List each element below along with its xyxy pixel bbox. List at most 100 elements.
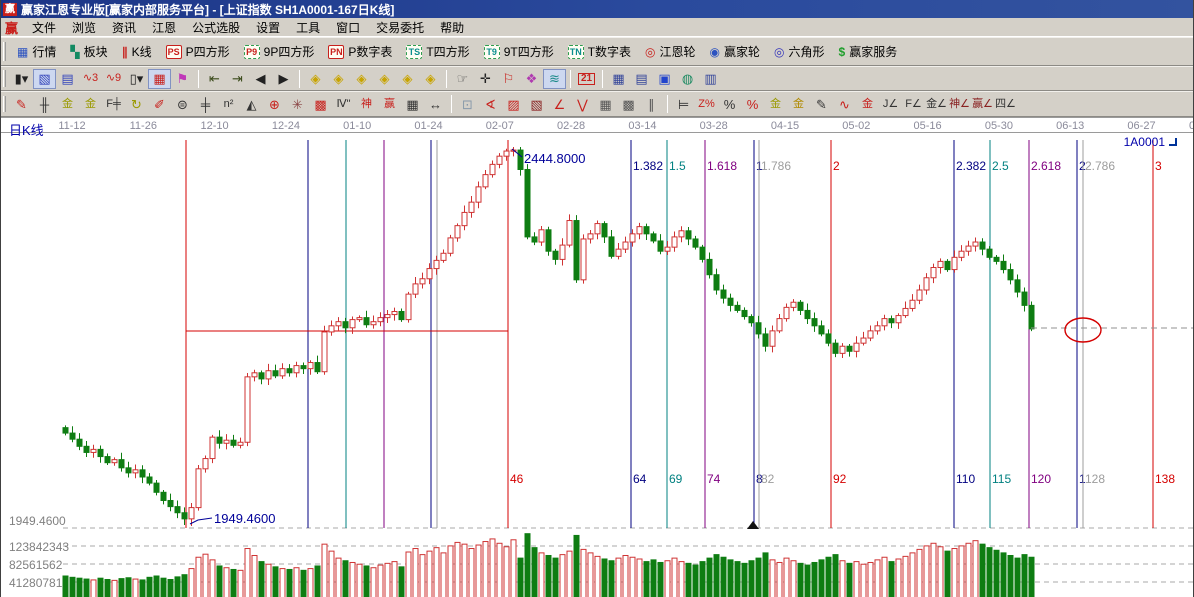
volume-bar (112, 580, 117, 597)
volume-bar (791, 561, 796, 597)
volume-bar (504, 547, 509, 597)
volume-bar (595, 556, 600, 597)
candle-body (1008, 270, 1013, 280)
volume-bar (511, 540, 516, 597)
candle-body (462, 212, 467, 225)
candle-body (63, 428, 68, 433)
volume-bar (805, 565, 810, 597)
volume-bar (434, 548, 439, 597)
candle-body (588, 234, 593, 239)
volume-bar (693, 565, 698, 597)
candle-body (616, 249, 621, 256)
candle-body (427, 269, 432, 279)
candle-body (273, 371, 278, 376)
volume-bar (483, 542, 488, 597)
period-label: 日K线 (9, 120, 44, 139)
candle-body (497, 156, 502, 164)
volume-bar (420, 555, 425, 597)
volume-bar (763, 553, 768, 597)
volume-bar (105, 579, 110, 597)
candle-body (168, 500, 173, 506)
candle-body (301, 366, 306, 369)
volume-bar (679, 562, 684, 597)
volume-bar (987, 548, 992, 597)
candle-body (1029, 305, 1034, 328)
candle-body (763, 334, 768, 346)
candle-body (854, 343, 859, 351)
volume-bar (287, 569, 292, 597)
volume-bar (651, 560, 656, 597)
candle-body (700, 247, 705, 259)
candle-body (973, 242, 978, 246)
volume-bar (245, 549, 250, 597)
volume-bar (364, 566, 369, 597)
volume-bar (189, 569, 194, 597)
volume-bar (553, 558, 558, 597)
candle-body (777, 319, 782, 331)
volume-bar (469, 549, 474, 597)
candle-body (224, 440, 229, 443)
volume-bar (497, 543, 502, 597)
gann-ratio-label: 2.786 (1085, 159, 1115, 173)
volume-bar (875, 560, 880, 597)
volume-bar (819, 560, 824, 597)
volume-bar (525, 534, 530, 597)
volume-bar (1022, 555, 1027, 597)
candle-body (525, 169, 530, 236)
volume-bar (966, 543, 971, 597)
chart-canvas[interactable]: 461.382641.5691.61874181.786822922.38211… (1, 0, 1194, 597)
candle-body (840, 346, 845, 353)
candle-body (931, 268, 936, 278)
volume-bar (378, 565, 383, 597)
gann-count-label: 64 (633, 472, 647, 486)
volume-bar (294, 568, 299, 597)
candle-body (910, 300, 915, 308)
volume-bar (70, 577, 75, 597)
candle-body (133, 470, 138, 473)
gann-ratio-label: 2.382 (956, 159, 986, 173)
volume-bar (742, 563, 747, 597)
candle-body (994, 257, 999, 261)
volume-bar (616, 558, 621, 597)
volume-bar (273, 567, 278, 597)
high-annotation-label: 2444.8000 (524, 151, 585, 166)
volume-bar (161, 578, 166, 597)
candle-body (1022, 292, 1027, 305)
volume-bar (126, 578, 131, 597)
volume-bar (224, 568, 229, 597)
candle-body (721, 290, 726, 298)
candle-body (658, 241, 663, 251)
volume-bar (609, 561, 614, 597)
volume-bar (945, 551, 950, 597)
volume-bar (133, 579, 138, 597)
volume-bar (175, 577, 180, 597)
gann-ratio-label: 1.382 (633, 159, 663, 173)
candle-body (203, 459, 208, 469)
volume-bar (406, 552, 411, 597)
candle-body (105, 457, 110, 463)
volume-bar (861, 564, 866, 597)
candle-body (91, 449, 96, 452)
candle-body (749, 317, 754, 323)
candle-body (791, 302, 796, 307)
volume-bar (490, 539, 495, 597)
volume-bar (840, 561, 845, 597)
volume-bar (119, 579, 124, 597)
candle-body (175, 507, 180, 513)
volume-bar (448, 546, 453, 597)
axis-value-label: 41280781 (9, 576, 63, 590)
candle-body (504, 151, 509, 156)
volume-bar (644, 562, 649, 597)
volume-bar (154, 576, 159, 597)
volume-bar (735, 562, 740, 597)
volume-bar (322, 544, 327, 597)
candle-body (196, 469, 201, 508)
candle-body (644, 227, 649, 234)
volume-bar (812, 562, 817, 597)
candle-body (623, 242, 628, 249)
candle-body (455, 226, 460, 238)
volume-bar (308, 569, 313, 597)
candle-body (70, 433, 75, 439)
gann-ratio-label: 2.5 (992, 159, 1009, 173)
volume-bar (140, 580, 145, 597)
